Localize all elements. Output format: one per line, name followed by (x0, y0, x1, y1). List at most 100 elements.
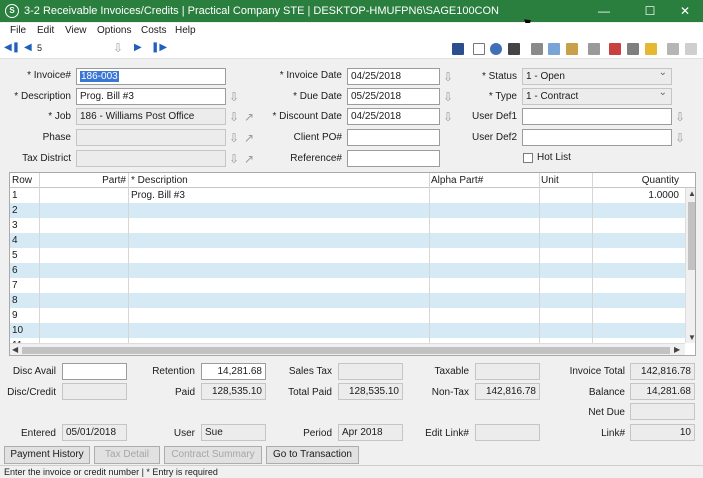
folder-icon[interactable] (645, 43, 657, 55)
table-row[interactable]: 1 Prog. Bill #3 1.0000 (10, 188, 685, 203)
column-header-part[interactable]: Part# (40, 175, 126, 186)
job-lookup-icon[interactable]: ⇩ (229, 111, 239, 123)
new-record-icon[interactable] (473, 43, 485, 55)
table-row[interactable]: 7 (10, 278, 685, 293)
column-divider (39, 173, 40, 343)
table-row[interactable]: 6 (10, 263, 685, 278)
table-row[interactable]: 9 (10, 308, 685, 323)
column-header-alpha-part[interactable]: Alpha Part# (431, 175, 483, 186)
phase-field[interactable] (76, 129, 226, 146)
description-lookup-icon[interactable]: ⇩ (229, 91, 239, 103)
cut-icon[interactable] (531, 43, 543, 55)
minimize-button[interactable]: — (586, 2, 622, 20)
horizontal-scrollbar[interactable]: ◀ ▶ (10, 343, 685, 355)
invoice-date-calendar-icon[interactable]: ⇩ (443, 71, 453, 83)
column-header-quantity[interactable]: Quantity (595, 175, 679, 186)
user-def1-field[interactable] (522, 108, 672, 125)
user-field[interactable]: Sue (201, 424, 266, 441)
attachment-icon[interactable] (627, 43, 639, 55)
user-def2-field[interactable] (522, 129, 672, 146)
scroll-left-icon[interactable]: ◀ (12, 345, 18, 354)
hot-list-checkbox[interactable] (523, 153, 533, 163)
taxable-field[interactable] (475, 363, 540, 380)
scroll-down-icon[interactable]: ▼ (688, 333, 695, 342)
due-date-field[interactable]: 05/25/2018 (347, 88, 440, 105)
discount-date-calendar-icon[interactable]: ⇩ (443, 111, 453, 123)
invoice-total-field[interactable]: 142,816.78 (630, 363, 695, 380)
invoice-number-field[interactable]: 186-003 (76, 68, 226, 85)
first-record-icon[interactable]: ◀❚ (4, 42, 20, 53)
row-description[interactable]: Prog. Bill #3 (131, 190, 185, 201)
next-record-icon[interactable]: ▶ (134, 42, 142, 53)
close-button[interactable]: ✕ (667, 2, 703, 20)
previous-record-icon[interactable]: ◀ (24, 42, 32, 53)
column-header-row[interactable]: Row (12, 175, 32, 186)
paid-field[interactable]: 128,535.10 (201, 383, 266, 400)
non-tax-field[interactable]: 142,816.78 (475, 383, 540, 400)
row-number: 6 (12, 265, 18, 276)
paste-icon[interactable] (566, 43, 578, 55)
retention-field[interactable]: 14,281.68 (201, 363, 266, 380)
description-field[interactable]: Prog. Bill #3 (76, 88, 226, 105)
delete-icon[interactable] (685, 43, 697, 55)
last-record-icon[interactable]: ❚▶ (151, 42, 167, 53)
reference-field[interactable] (347, 150, 440, 167)
client-po-field[interactable] (347, 129, 440, 146)
menu-options[interactable]: Options (97, 25, 131, 36)
entered-field[interactable]: 05/01/2018 (62, 424, 127, 441)
table-row[interactable]: 3 (10, 218, 685, 233)
net-due-field[interactable] (630, 403, 695, 420)
disc-avail-field[interactable] (62, 363, 127, 380)
calculator-icon[interactable] (588, 43, 600, 55)
menu-costs[interactable]: Costs (141, 25, 167, 36)
disc-credit-field[interactable] (62, 383, 127, 400)
column-header-description[interactable]: * Description (131, 175, 188, 186)
period-field[interactable]: Apr 2018 (338, 424, 403, 441)
user-def1-lookup-icon[interactable]: ⇩ (675, 111, 685, 123)
maximize-button[interactable]: ☐ (632, 2, 668, 20)
discount-date-field[interactable]: 04/25/2018 (347, 108, 440, 125)
tax-district-lookup-icon[interactable]: ⇩ (229, 153, 239, 165)
undo-icon[interactable] (490, 43, 502, 55)
go-to-transaction-button[interactable]: Go to Transaction (266, 446, 359, 464)
menu-view[interactable]: View (65, 25, 87, 36)
table-row[interactable]: 2 (10, 203, 685, 218)
copy-icon[interactable] (548, 43, 560, 55)
table-row[interactable]: 4 (10, 233, 685, 248)
menu-file[interactable]: File (10, 25, 26, 36)
column-header-unit[interactable]: Unit (541, 175, 559, 186)
lookup-arrow-icon[interactable]: ⇩ (113, 41, 123, 55)
vertical-scrollbar[interactable]: ▲ ▼ (685, 188, 695, 343)
tax-detail-button[interactable]: Tax Detail (94, 446, 160, 464)
scroll-right-icon[interactable]: ▶ (674, 345, 680, 354)
status-dropdown[interactable]: 1 - Open (522, 68, 672, 85)
find-binoculars-icon[interactable] (508, 43, 520, 55)
invoice-date-field[interactable]: 04/25/2018 (347, 68, 440, 85)
save-icon[interactable] (452, 43, 464, 55)
balance-field[interactable]: 14,281.68 (630, 383, 695, 400)
due-date-calendar-icon[interactable]: ⇩ (443, 91, 453, 103)
menu-help[interactable]: Help (175, 25, 196, 36)
job-field[interactable]: 186 - Williams Post Office (76, 108, 226, 125)
tax-district-field[interactable] (76, 150, 226, 167)
invoice-label: * Invoice# (27, 70, 71, 81)
user-def2-lookup-icon[interactable]: ⇩ (675, 132, 685, 144)
payment-history-button[interactable]: Payment History (4, 446, 90, 464)
menu-edit[interactable]: Edit (37, 25, 54, 36)
table-row[interactable]: 10 (10, 323, 685, 338)
contract-summary-button[interactable]: Contract Summary (164, 446, 262, 464)
notes-icon[interactable] (609, 43, 621, 55)
total-paid-field[interactable]: 128,535.10 (338, 383, 403, 400)
edit-link-field[interactable] (475, 424, 540, 441)
vertical-scroll-thumb[interactable] (688, 202, 695, 270)
table-row[interactable]: 5 (10, 248, 685, 263)
horizontal-scroll-thumb[interactable] (22, 347, 670, 354)
scroll-up-icon[interactable]: ▲ (688, 189, 695, 198)
table-row[interactable]: 8 (10, 293, 685, 308)
link-field[interactable]: 10 (630, 424, 695, 441)
sales-tax-field[interactable] (338, 363, 403, 380)
print-icon[interactable] (667, 43, 679, 55)
type-dropdown[interactable]: 1 - Contract (522, 88, 672, 105)
phase-lookup-icon[interactable]: ⇩ (229, 132, 239, 144)
row-quantity[interactable]: 1.0000 (595, 190, 679, 201)
